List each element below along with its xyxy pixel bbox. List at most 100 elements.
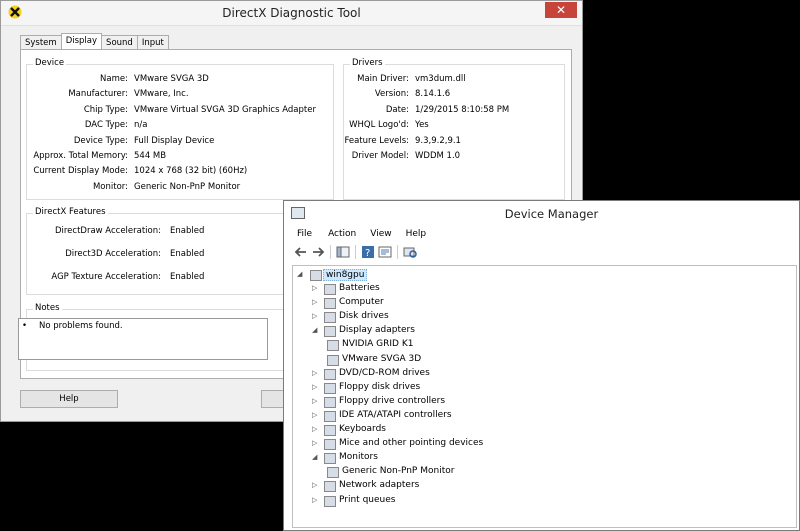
- feature-value: Enabled: [170, 272, 205, 282]
- menu-file[interactable]: File: [284, 226, 319, 242]
- tree-node-label: NVIDIA GRID K1: [342, 339, 414, 349]
- driver-info-label: Feature Levels:: [344, 135, 409, 146]
- tree-node-label: Mice and other pointing devices: [339, 438, 484, 448]
- device-manager-window: Device Manager File Action View Help ? ◢…: [283, 200, 800, 531]
- device-category-icon: [324, 369, 336, 380]
- tab-input[interactable]: Input: [136, 35, 169, 50]
- device-info-value: 1024 x 768 (32 bit) (60Hz): [134, 166, 248, 177]
- device-category-icon: [324, 453, 336, 464]
- device-info-label: Current Display Mode:: [33, 166, 128, 177]
- collapsed-arrow-icon[interactable]: ▷: [312, 298, 320, 306]
- toolbar-separator: [330, 245, 331, 259]
- notes-bullet: •: [22, 321, 28, 331]
- properties-icon[interactable]: [378, 245, 392, 259]
- notes-group-title: Notes: [33, 303, 62, 313]
- driver-info-row: Feature Levels: 9.3,9.2,9.1: [21, 136, 573, 148]
- tree-root-label: win8gpu: [323, 269, 368, 281]
- tree-node-label: Print queues: [339, 495, 396, 505]
- tree-node-label: Keyboards: [339, 424, 386, 434]
- dxdiag-title: DirectX Diagnostic Tool: [222, 6, 361, 20]
- collapsed-arrow-icon[interactable]: ▷: [312, 369, 320, 377]
- device-category-icon: [324, 496, 336, 507]
- driver-info-value: 8.14.1.6: [415, 89, 451, 100]
- menu-action[interactable]: Action: [319, 226, 363, 242]
- driver-info-label: Date:: [385, 104, 409, 115]
- tree-node-label: Batteries: [339, 283, 380, 293]
- tree-node-label: Display adapters: [339, 325, 415, 335]
- menu-view[interactable]: View: [363, 226, 398, 242]
- directx-features-title: DirectX Features: [33, 207, 108, 217]
- device-category-icon: [324, 439, 336, 450]
- devmgr-title: Device Manager: [504, 207, 599, 221]
- device-category-icon: [324, 411, 336, 422]
- collapsed-arrow-icon[interactable]: ▷: [312, 397, 320, 405]
- notes-text: No problems found.: [39, 321, 123, 331]
- help-icon[interactable]: ?: [361, 245, 375, 259]
- device-category-icon: [327, 340, 339, 351]
- device-category-icon: [324, 298, 336, 309]
- driver-info-row: Main Driver: vm3dum.dll: [21, 74, 573, 86]
- expanded-arrow-icon[interactable]: ◢: [312, 326, 320, 334]
- scan-hardware-icon[interactable]: [403, 245, 417, 259]
- tree-node-label: Disk drives: [339, 311, 389, 321]
- tree-node-label: Generic Non-PnP Monitor: [342, 466, 455, 476]
- toolbar-separator: [355, 245, 356, 259]
- tab-sound[interactable]: Sound: [101, 35, 138, 50]
- collapsed-arrow-icon[interactable]: ▷: [312, 496, 320, 504]
- driver-info-label: Main Driver:: [357, 74, 409, 84]
- collapsed-arrow-icon[interactable]: ▷: [312, 481, 320, 489]
- driver-info-value: 9.3,9.2,9.1: [415, 135, 461, 146]
- tree-node-label: Monitors: [339, 452, 378, 462]
- drivers-group-title: Drivers: [350, 58, 385, 68]
- show-hide-console-tree-icon[interactable]: [336, 245, 350, 259]
- toolbar: ?: [294, 245, 417, 261]
- driver-info-row: Date: 1/29/2015 8:10:58 PM: [21, 105, 573, 117]
- device-info-row: Current Display Mode: 1024 x 768 (32 bit)…: [21, 166, 573, 178]
- driver-info-value: 1/29/2015 8:10:58 PM: [415, 104, 510, 115]
- dxdiag-titlebar[interactable]: DirectX Diagnostic Tool ✕: [1, 1, 582, 26]
- tab-system[interactable]: System: [20, 35, 62, 50]
- collapsed-arrow-icon[interactable]: ▷: [312, 425, 320, 433]
- dxdiag-tabs: System Display Sound Input: [20, 33, 169, 50]
- device-info-value: Generic Non-PnP Monitor: [134, 181, 241, 192]
- tree-node-label: VMware SVGA 3D: [342, 354, 422, 364]
- device-category-icon: [324, 326, 336, 337]
- device-category-icon: [327, 467, 339, 478]
- expanded-arrow-icon[interactable]: ◢: [312, 453, 320, 461]
- driver-info-label: Version:: [374, 89, 409, 100]
- device-category-icon: [324, 397, 336, 408]
- devmgr-titlebar[interactable]: Device Manager: [284, 201, 799, 226]
- driver-info-value: Yes: [415, 120, 429, 131]
- device-category-icon: [327, 355, 339, 366]
- menu-help[interactable]: Help: [399, 226, 434, 242]
- expanded-arrow-icon[interactable]: ◢: [297, 270, 305, 278]
- feature-value: Enabled: [170, 249, 205, 259]
- collapsed-arrow-icon[interactable]: ▷: [312, 411, 320, 419]
- feature-label: AGP Texture Acceleration:: [51, 272, 161, 282]
- driver-info-value: WDDM 1.0: [415, 151, 461, 161]
- close-icon[interactable]: ✕: [545, 2, 577, 18]
- driver-info-row: Version: 8.14.1.6: [21, 89, 573, 101]
- menu-bar: File Action View Help: [284, 226, 433, 242]
- tree-node-label: Computer: [339, 297, 384, 307]
- collapsed-arrow-icon[interactable]: ▷: [312, 284, 320, 292]
- help-button[interactable]: Help: [20, 390, 118, 408]
- feature-value: Enabled: [170, 226, 205, 236]
- tab-display[interactable]: Display: [60, 33, 103, 50]
- device-category-icon: [324, 383, 336, 394]
- driver-info-label: WHQL Logo'd:: [349, 120, 409, 131]
- device-tree[interactable]: ◢ win8gpu ▷ Batteries ▷ Computer ▷ Disk drive…: [292, 265, 797, 528]
- device-category-icon: [324, 425, 336, 436]
- collapsed-arrow-icon[interactable]: ▷: [312, 312, 320, 320]
- collapsed-arrow-icon[interactable]: ▷: [312, 383, 320, 391]
- device-group-title: Device: [33, 58, 67, 68]
- notes-box[interactable]: • No problems found.: [18, 318, 268, 360]
- back-icon[interactable]: [294, 245, 308, 259]
- collapsed-arrow-icon[interactable]: ▷: [312, 439, 320, 447]
- driver-info-row: WHQL Logo'd: Yes: [21, 120, 573, 132]
- driver-info-label: Driver Model:: [351, 151, 409, 161]
- toolbar-separator: [397, 245, 398, 259]
- forward-icon[interactable]: [311, 245, 325, 259]
- tree-node-label: DVD/CD-ROM drives: [339, 368, 430, 378]
- driver-info-row: Driver Model: WDDM 1.0: [21, 151, 573, 163]
